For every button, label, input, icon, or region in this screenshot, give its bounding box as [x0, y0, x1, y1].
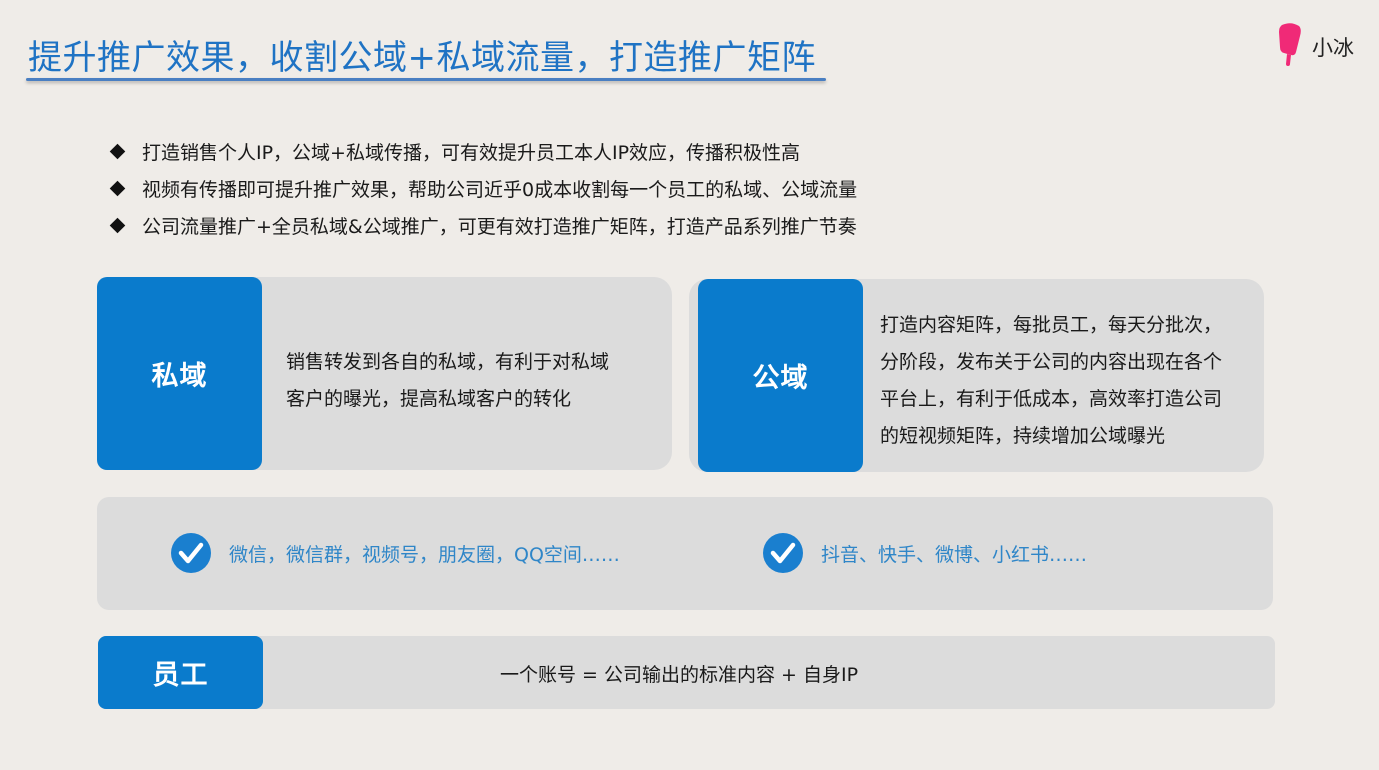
bullet-item: 打造销售个人IP，公域+私域传播，可有效提升员工本人IP效应，传播积极性高 [109, 133, 857, 170]
public-channels-text: 抖音、快手、微博、小红书…… [821, 543, 1088, 566]
public-domain-tag: 公域 [698, 279, 863, 472]
diamond-bullet-icon [109, 217, 126, 234]
private-channels-text: 微信，微信群，视频号，朋友圈，QQ空间…… [229, 543, 620, 566]
bullet-text: 打造销售个人IP，公域+私域传播，可有效提升员工本人IP效应，传播积极性高 [142, 142, 801, 164]
description-line: 销售转发到各自的私域，有利于对私域 [286, 351, 610, 373]
bullet-list: 打造销售个人IP，公域+私域传播，可有效提升员工本人IP效应，传播积极性高 视频… [109, 133, 858, 244]
description-line: 的短视频矩阵，持续增加公域曝光 [880, 425, 1166, 447]
checkmark-icon [763, 533, 803, 573]
description-line: 打造内容矩阵，每批员工，每天分批次， [880, 314, 1223, 336]
public-domain-description: 打造内容矩阵，每批员工，每天分批次， 分阶段，发布关于公司的内容出现在各个 平台… [880, 307, 1260, 455]
brand-name: 小冰 [1312, 36, 1354, 60]
popsicle-icon [1279, 23, 1301, 66]
private-channels: 微信，微信群，视频号，朋友圈，QQ空间…… [170, 532, 620, 574]
bullet-item: 视频有传播即可提升推广效果，帮助公司近乎0成本收割每一个员工的私域、公域流量 [109, 170, 858, 207]
diamond-bullet-icon [109, 143, 126, 160]
bullet-text: 公司流量推广+全员私域&公域推广，可更有效打造推广矩阵，打造产品系列推广节奏 [142, 216, 857, 238]
brand-logo: 小冰 [1278, 22, 1368, 66]
employee-tag: 员工 [98, 636, 263, 709]
description-line: 平台上，有利于低成本，高效率打造公司 [880, 388, 1223, 410]
bullet-item: 公司流量推广+全员私域&公域推广，可更有效打造推广矩阵，打造产品系列推广节奏 [109, 207, 857, 244]
employee-formula: 一个账号 = 公司输出的标准内容 + 自身IP [500, 664, 859, 686]
checkmark-icon [171, 533, 211, 573]
bullet-text: 视频有传播即可提升推广效果，帮助公司近乎0成本收割每一个员工的私域、公域流量 [142, 179, 858, 201]
private-domain-description: 销售转发到各自的私域，有利于对私域 客户的曝光，提高私域客户的转化 [286, 344, 656, 418]
page-title: 提升推广效果，收割公域+私域流量，打造推广矩阵 [28, 38, 816, 78]
title-underline [26, 78, 826, 81]
description-line: 客户的曝光，提高私域客户的转化 [286, 388, 572, 410]
public-channels: 抖音、快手、微博、小红书…… [762, 532, 1087, 574]
diamond-bullet-icon [109, 180, 126, 197]
description-line: 分阶段，发布关于公司的内容出现在各个 [880, 351, 1223, 373]
private-domain-tag: 私域 [97, 277, 262, 470]
